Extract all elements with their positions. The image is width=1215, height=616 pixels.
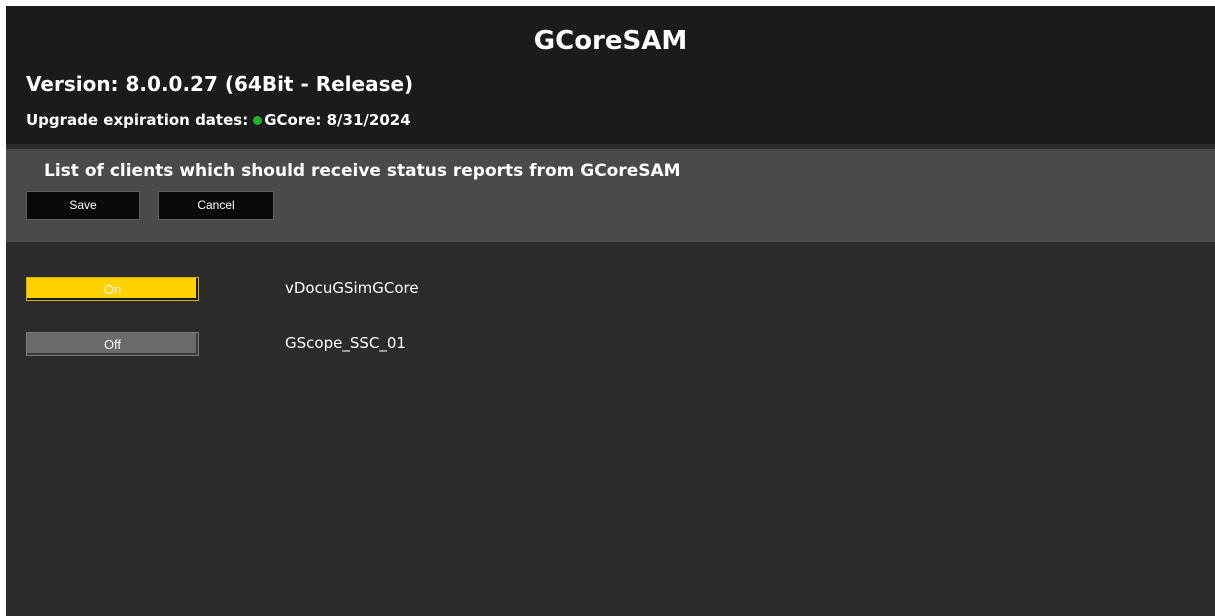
cancel-button[interactable]: Cancel	[158, 191, 274, 220]
save-button[interactable]: Save	[26, 191, 140, 220]
upgrade-expiration: Upgrade expiration dates: GCore: 8/31/20…	[26, 111, 411, 129]
app-window: GCoreSAM Version: 8.0.0.27 (64Bit - Rele…	[6, 6, 1215, 616]
client-row: On vDocuGSimGCore	[6, 277, 1215, 305]
panel-title: List of clients which should receive sta…	[44, 161, 681, 181]
client-toggle-vdocugsimgcore[interactable]: On	[26, 277, 199, 301]
header: GCoreSAM Version: 8.0.0.27 (64Bit - Rele…	[6, 6, 1215, 144]
client-name: vDocuGSimGCore	[285, 279, 419, 297]
status-dot-icon	[253, 115, 263, 125]
client-row: Off GScope_SSC_01	[6, 332, 1215, 360]
expiry-label: Upgrade expiration dates:	[26, 111, 249, 129]
expiry-value: GCore: 8/31/2024	[264, 111, 411, 129]
clients-panel-header: List of clients which should receive sta…	[6, 149, 1215, 242]
client-toggle-gscope-ssc-01[interactable]: Off	[26, 332, 199, 356]
client-name: GScope_SSC_01	[285, 334, 406, 352]
app-title: GCoreSAM	[533, 26, 688, 56]
version-text: Version: 8.0.0.27 (64Bit - Release)	[26, 72, 414, 96]
